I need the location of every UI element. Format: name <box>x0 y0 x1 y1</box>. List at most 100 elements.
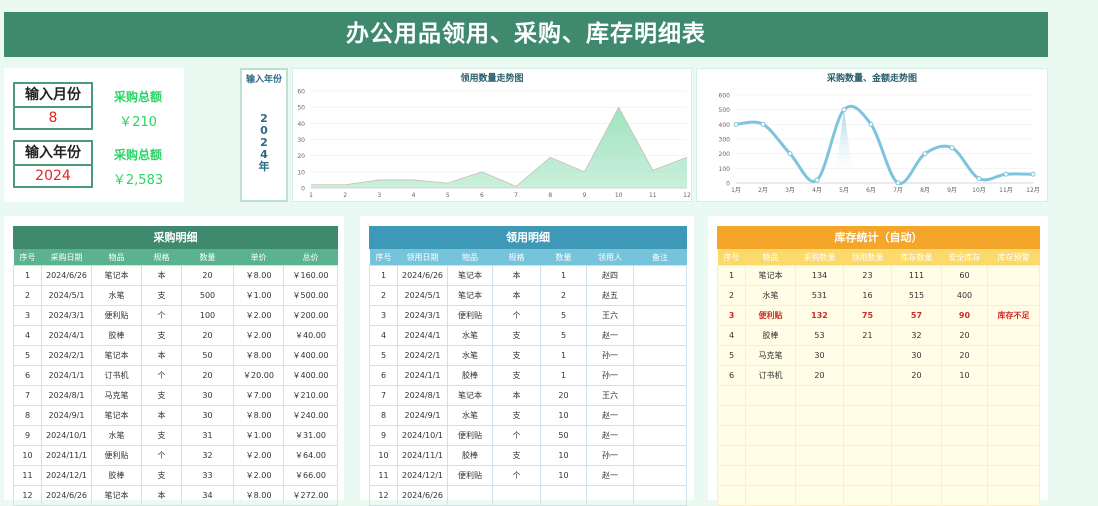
purchase-table-cell[interactable]: 本 <box>142 406 182 426</box>
usage-table-cell[interactable]: 5 <box>541 306 587 326</box>
usage-table-cell[interactable]: 9 <box>370 426 398 446</box>
usage-table-cell[interactable] <box>634 486 687 506</box>
purchase-table-cell[interactable]: 本 <box>142 346 182 366</box>
usage-table-cell[interactable]: 1 <box>541 346 587 366</box>
usage-table-row[interactable]: 12024/6/26笔记本本1赵四 <box>370 266 687 286</box>
inventory-table-cell[interactable]: 20 <box>892 366 942 386</box>
usage-table-cell[interactable]: 支 <box>493 366 541 386</box>
purchase-table-cell[interactable]: 6 <box>14 366 42 386</box>
purchase-table-cell[interactable]: ￥8.00 <box>234 266 284 286</box>
inventory-table-cell[interactable]: 515 <box>892 286 942 306</box>
inventory-table-cell[interactable] <box>718 466 746 486</box>
usage-table-cell[interactable]: 2024/6/26 <box>398 486 448 506</box>
inventory-table-cell[interactable]: 订书机 <box>746 366 796 386</box>
inventory-table-cell[interactable] <box>718 426 746 446</box>
usage-table-cell[interactable]: 个 <box>493 466 541 486</box>
usage-table-cell[interactable]: 1 <box>541 366 587 386</box>
usage-table-row[interactable]: 112024/12/1便利贴个10赵一 <box>370 466 687 486</box>
purchase-table-cell[interactable]: 便利贴 <box>92 306 142 326</box>
inventory-table-cell[interactable] <box>988 286 1040 306</box>
inventory-table-cell[interactable] <box>988 426 1040 446</box>
usage-table-cell[interactable] <box>634 286 687 306</box>
inventory-table-cell[interactable]: 3 <box>718 306 746 326</box>
purchase-table-cell[interactable]: 100 <box>182 306 234 326</box>
usage-table-row[interactable]: 82024/9/1水笔支10赵一 <box>370 406 687 426</box>
usage-table-row[interactable]: 72024/8/1笔记本本20王六 <box>370 386 687 406</box>
usage-table-cell[interactable]: 本 <box>493 386 541 406</box>
inventory-table-row[interactable] <box>718 466 1040 486</box>
inventory-table-cell[interactable] <box>746 466 796 486</box>
purchase-table-cell[interactable]: 20 <box>182 366 234 386</box>
purchase-table-cell[interactable]: 5 <box>14 346 42 366</box>
inventory-table-cell[interactable]: 马克笔 <box>746 346 796 366</box>
purchase-table-cell[interactable]: ￥2.00 <box>234 326 284 346</box>
purchase-table-cell[interactable]: 2024/8/1 <box>42 386 92 406</box>
usage-table-cell[interactable]: 支 <box>493 346 541 366</box>
purchase-table-cell[interactable]: 笔记本 <box>92 486 142 506</box>
purchase-table-cell[interactable]: ￥8.00 <box>234 346 284 366</box>
purchase-table-cell[interactable]: 本 <box>142 266 182 286</box>
inventory-table-cell[interactable] <box>796 446 844 466</box>
inventory-table-cell[interactable]: 531 <box>796 286 844 306</box>
purchase-table-cell[interactable]: 2024/6/26 <box>42 266 92 286</box>
usage-table-cell[interactable]: 10 <box>541 406 587 426</box>
usage-table-cell[interactable]: 1 <box>370 266 398 286</box>
usage-table-cell[interactable]: 笔记本 <box>448 286 493 306</box>
inventory-table-cell[interactable] <box>746 426 796 446</box>
purchase-table-cell[interactable]: 33 <box>182 466 234 486</box>
usage-table-cell[interactable]: 支 <box>493 406 541 426</box>
usage-table-cell[interactable]: 胶棒 <box>448 366 493 386</box>
purchase-table-cell[interactable]: 30 <box>182 386 234 406</box>
purchase-table-cell[interactable]: ￥272.00 <box>284 486 338 506</box>
purchase-table-cell[interactable]: 34 <box>182 486 234 506</box>
inventory-table-cell[interactable] <box>844 446 892 466</box>
purchase-table-cell[interactable]: 笔记本 <box>92 346 142 366</box>
purchase-table-cell[interactable]: 本 <box>142 486 182 506</box>
inventory-table-cell[interactable]: 20 <box>796 366 844 386</box>
usage-table-row[interactable]: 62024/1/1胶棒支1孙一 <box>370 366 687 386</box>
purchase-table-cell[interactable]: ￥2.00 <box>234 446 284 466</box>
usage-table-cell[interactable]: 本 <box>493 266 541 286</box>
inventory-table-cell[interactable] <box>844 346 892 366</box>
purchase-table-cell[interactable]: ￥31.00 <box>284 426 338 446</box>
purchase-table-cell[interactable]: 支 <box>142 326 182 346</box>
purchase-table-cell[interactable]: ￥20.00 <box>234 366 284 386</box>
inventory-table-cell[interactable]: 21 <box>844 326 892 346</box>
usage-table-cell[interactable]: 2024/12/1 <box>398 466 448 486</box>
usage-table-cell[interactable]: 3 <box>370 306 398 326</box>
purchase-table-cell[interactable]: 2024/2/1 <box>42 346 92 366</box>
inventory-table-cell[interactable] <box>892 426 942 446</box>
month-input-value[interactable]: 8 <box>15 108 91 128</box>
purchase-table-cell[interactable]: 10 <box>14 446 42 466</box>
usage-table-cell[interactable]: 2024/6/26 <box>398 266 448 286</box>
purchase-table-cell[interactable]: 2 <box>14 286 42 306</box>
inventory-table-cell[interactable] <box>892 406 942 426</box>
inventory-table-cell[interactable] <box>746 406 796 426</box>
usage-table-cell[interactable]: 11 <box>370 466 398 486</box>
usage-table-cell[interactable]: 2 <box>541 286 587 306</box>
inventory-table-cell[interactable]: 1 <box>718 266 746 286</box>
usage-table-row[interactable]: 102024/11/1胶棒支10孙一 <box>370 446 687 466</box>
usage-table-cell[interactable]: 本 <box>493 286 541 306</box>
purchase-table-cell[interactable]: 马克笔 <box>92 386 142 406</box>
inventory-table-cell[interactable] <box>942 386 988 406</box>
usage-table-cell[interactable]: 赵四 <box>587 266 634 286</box>
usage-table-cell[interactable] <box>634 266 687 286</box>
inventory-table-cell[interactable] <box>796 486 844 506</box>
inventory-table-cell[interactable] <box>718 406 746 426</box>
usage-table-cell[interactable] <box>634 406 687 426</box>
purchase-table-cell[interactable]: 笔记本 <box>92 266 142 286</box>
usage-table-cell[interactable] <box>634 346 687 366</box>
usage-table-cell[interactable] <box>448 486 493 506</box>
purchase-table-cell[interactable]: 2024/10/1 <box>42 426 92 446</box>
purchase-table-cell[interactable]: 1 <box>14 266 42 286</box>
usage-table-cell[interactable] <box>541 486 587 506</box>
purchase-table-row[interactable]: 62024/1/1订书机个20￥20.00￥400.00 <box>14 366 338 386</box>
purchase-table-cell[interactable]: 32 <box>182 446 234 466</box>
usage-table-cell[interactable]: 1 <box>541 266 587 286</box>
usage-table-cell[interactable]: 笔记本 <box>448 386 493 406</box>
usage-table-cell[interactable]: 5 <box>541 326 587 346</box>
purchase-table-cell[interactable]: 7 <box>14 386 42 406</box>
purchase-table-cell[interactable]: 笔记本 <box>92 406 142 426</box>
purchase-table-cell[interactable]: 个 <box>142 306 182 326</box>
